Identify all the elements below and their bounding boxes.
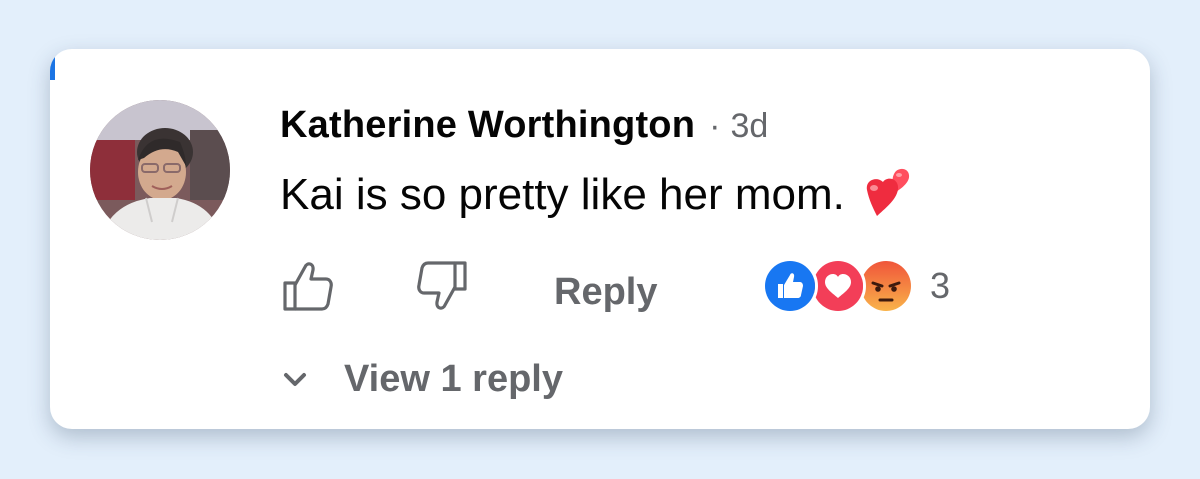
separator-dot: ·	[709, 107, 721, 145]
view-replies-button[interactable]: View 1 reply	[278, 349, 563, 409]
comment-actions: Reply 3	[278, 254, 978, 318]
reaction-count: 3	[930, 265, 951, 306]
two-hearts-emoji	[866, 168, 909, 216]
comment-text: Kai is so pretty like her mom.	[280, 170, 845, 219]
accent-tick	[50, 49, 55, 80]
avatar[interactable]	[90, 100, 230, 240]
like-button[interactable]	[278, 254, 338, 318]
like-reaction-icon	[762, 258, 818, 314]
avatar-photo	[90, 100, 230, 240]
timestamp[interactable]: 3d	[730, 107, 768, 146]
thumbs-up-icon	[283, 262, 333, 311]
love-reaction-icon	[810, 258, 866, 314]
comment-card: Katherine Worthington · 3d Kai is so pre…	[50, 49, 1150, 429]
view-replies-label: View 1 reply	[344, 357, 563, 400]
dislike-button[interactable]	[412, 254, 472, 318]
author-name[interactable]: Katherine Worthington	[280, 104, 695, 147]
comment-header: Katherine Worthington · 3d	[280, 104, 768, 154]
chevron-down-icon	[284, 373, 306, 386]
comment-body: Kai is so pretty like her mom.	[280, 166, 923, 224]
reply-button[interactable]: Reply	[554, 260, 657, 324]
thumbs-down-icon	[417, 261, 467, 310]
angry-reaction-icon	[858, 258, 914, 314]
reaction-summary[interactable]: 3	[762, 256, 950, 316]
